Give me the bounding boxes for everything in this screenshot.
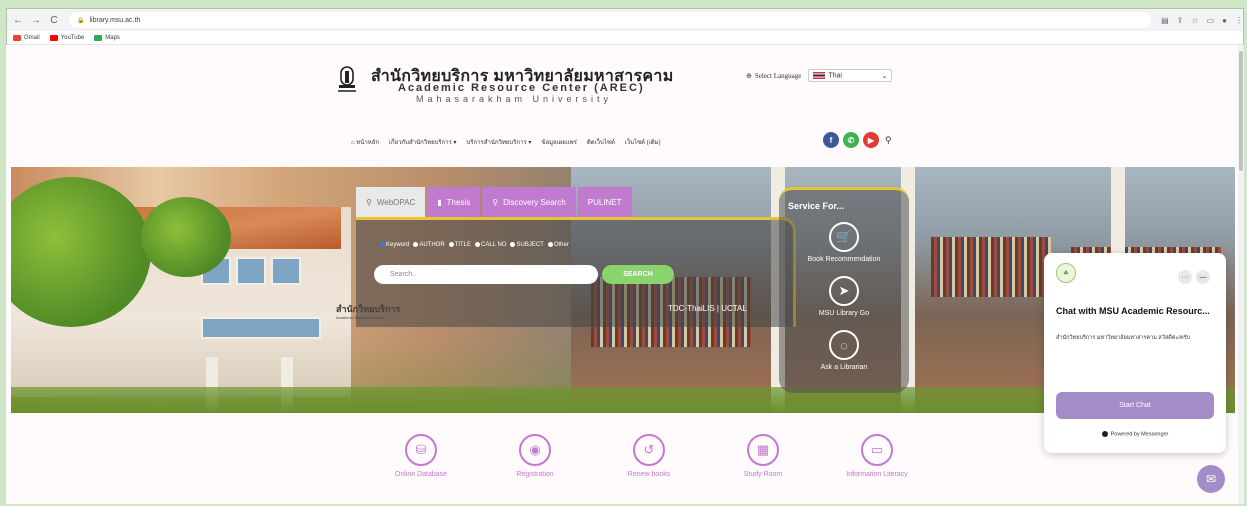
language-value: Thai xyxy=(828,72,842,80)
site-title-english: Academic Resource Center (AREC) xyxy=(398,82,645,94)
search-button[interactable]: SEARCH xyxy=(602,265,674,284)
back-icon[interactable]: ← xyxy=(11,15,25,26)
sidepanel-icon[interactable]: ▭ xyxy=(1207,16,1215,25)
globe-icon: ⊕ xyxy=(746,71,752,80)
search-icon: ⚲ xyxy=(492,197,499,207)
menu-item-home[interactable]: ⌂ หน้าหลัก xyxy=(351,137,379,147)
chevron-down-icon: ⌄ xyxy=(881,72,888,80)
tdc-uctal-links[interactable]: TDC-ThaiLIS | UCTAL xyxy=(668,304,747,313)
language-dropdown[interactable]: Thai ⌄ xyxy=(808,69,893,82)
search-icon: ⚲ xyxy=(366,197,372,207)
menu-item-about[interactable]: เกี่ยวกับสำนักวิทยบริการ ▾ xyxy=(389,137,457,147)
messenger-small-icon xyxy=(1101,431,1108,437)
minimize-icon[interactable]: — xyxy=(1196,270,1210,284)
page-scrollbar[interactable] xyxy=(1238,45,1244,504)
more-icon[interactable]: ⋮ xyxy=(1235,16,1243,25)
site-subtitle: Mahasarakham University xyxy=(416,94,613,104)
radio-other[interactable]: Other xyxy=(547,242,569,248)
search-icon[interactable]: ⚲ xyxy=(885,135,892,146)
database-icon: ⛁ xyxy=(405,434,437,466)
bookmark-youtube[interactable]: YouTube xyxy=(49,34,84,41)
navigation-icon: ➤ xyxy=(829,276,859,306)
main-menu: ⌂ หน้าหลัก เกี่ยวกับสำนักวิทยบริการ ▾ บร… xyxy=(351,137,661,147)
service-ask-a-librarian[interactable]: ◌ Ask a Librarian xyxy=(779,330,909,371)
reload-icon[interactable]: C xyxy=(47,15,61,26)
bookmark-star-icon[interactable]: ☆ xyxy=(1191,16,1198,25)
bookmark-maps[interactable]: Maps xyxy=(94,34,120,41)
chat-greeting: สำนักวิทยบริการ มหาวิทยาลัยมหาสารคาม สวั… xyxy=(1056,335,1191,341)
tab-webopac[interactable]: ⚲ WebOPAC xyxy=(356,187,426,217)
search-input[interactable]: Search.. xyxy=(374,265,598,284)
select-language-label: Select Language xyxy=(754,71,802,80)
youtube-icon[interactable]: ▶ xyxy=(863,132,879,148)
radio-keyword[interactable]: Keyword xyxy=(380,242,409,248)
search-panel: Keyword AUTHOR TITLE CALL NO SUBJECT Oth… xyxy=(356,217,796,327)
arec-chat-logo: ☘ xyxy=(1056,263,1076,283)
quick-link-online-database[interactable]: ⛁ Online Database xyxy=(364,434,478,478)
bookmark-gmail[interactable]: Gmail xyxy=(13,34,40,41)
tab-pulinet[interactable]: PULINET xyxy=(577,187,632,217)
search-tabs: ⚲ WebOPAC ▮ Thesis ⚲ Discovery Search PU… xyxy=(356,187,632,217)
lock-icon: 🔒 xyxy=(77,17,85,24)
menu-item-contact[interactable]: ติดเว็บไซต์ xyxy=(587,137,615,147)
laptop-icon: ▭ xyxy=(861,434,893,466)
tab-thesis[interactable]: ▮ Thesis xyxy=(427,187,481,217)
browser-toolbar: ← → C 🔒 library.msu.ac.th ▤ ⇪ ☆ ▭ ● ⋮ xyxy=(7,9,1243,31)
tab-discovery-search[interactable]: ⚲ Discovery Search xyxy=(482,187,576,217)
url-text: library.msu.ac.th xyxy=(89,16,141,24)
radio-author[interactable]: AUTHOR xyxy=(413,242,445,248)
messenger-icon[interactable]: ✉ xyxy=(1197,465,1225,493)
menu-item-publications[interactable]: ข้อมูลเผยแพร่ xyxy=(541,137,576,147)
calendar-icon: ▦ xyxy=(747,434,779,466)
service-msu-library-go[interactable]: ➤ MSU Library Go xyxy=(779,276,909,317)
service-title: Service For... xyxy=(788,201,845,211)
history-icon: ↺ xyxy=(633,434,665,466)
address-bar[interactable]: 🔒 library.msu.ac.th xyxy=(69,12,1152,28)
search-field-options: Keyword AUTHOR TITLE CALL NO SUBJECT Oth… xyxy=(380,242,569,248)
bookmarks-bar: Gmail YouTube Maps xyxy=(7,31,1243,45)
facebook-icon[interactable]: f xyxy=(823,132,839,148)
radio-title[interactable]: TITLE xyxy=(448,242,471,248)
service-book-recommendation[interactable]: 🛒 Book Recommendation xyxy=(779,222,909,263)
quick-link-renew-books[interactable]: ↺ Renew books xyxy=(592,434,706,478)
university-logo[interactable] xyxy=(338,63,356,95)
profile-icon[interactable]: ● xyxy=(1222,16,1227,25)
maps-icon xyxy=(94,34,103,41)
quick-link-study-room[interactable]: ▦ Study Room xyxy=(706,434,820,478)
gmail-icon xyxy=(13,34,21,41)
forward-icon[interactable]: → xyxy=(29,15,43,26)
cart-icon: 🛒 xyxy=(829,222,859,252)
service-panel: Service For... 🛒 Book Recommendation ➤ M… xyxy=(779,187,909,393)
more-options-icon[interactable]: ··· xyxy=(1178,270,1192,284)
translate-icon[interactable]: ▤ xyxy=(1161,16,1169,25)
whatsapp-icon[interactable]: ✆ xyxy=(843,132,859,148)
quick-link-registration[interactable]: ◉ Registration xyxy=(478,434,592,478)
language-selector: ⊕ Select Language Thai ⌄ xyxy=(746,69,893,82)
start-chat-button[interactable]: Start Chat xyxy=(1056,392,1214,419)
book-icon: ▮ xyxy=(437,197,442,207)
user-icon: ◉ xyxy=(519,434,551,466)
menu-item-old-website[interactable]: เว็บไซต์ (เดิม) xyxy=(625,137,661,147)
quick-link-information-literacy[interactable]: ▭ Information Literacy xyxy=(820,434,934,478)
youtube-icon xyxy=(49,34,58,41)
social-links: f ✆ ▶ ⚲ xyxy=(823,132,892,148)
chat-title: Chat with MSU Academic Resourc... xyxy=(1056,306,1210,316)
share-icon[interactable]: ⇪ xyxy=(1177,16,1184,25)
scrollbar-thumb[interactable] xyxy=(1239,51,1243,171)
thai-flag-icon xyxy=(813,71,826,79)
chat-bubbles-icon: ◌ xyxy=(829,330,859,360)
quick-links: ⛁ Online Database ◉ Registration ↺ Renew… xyxy=(364,434,934,478)
radio-subject[interactable]: SUBJECT xyxy=(510,242,544,248)
menu-item-services[interactable]: บริการสำนักวิทยบริการ ▾ xyxy=(467,137,532,147)
radio-call-no[interactable]: CALL NO xyxy=(475,242,506,248)
powered-by: Powered by Messenger xyxy=(1044,431,1226,437)
chat-widget: ☘ ··· — Chat with MSU Academic Resourc..… xyxy=(1044,253,1226,453)
